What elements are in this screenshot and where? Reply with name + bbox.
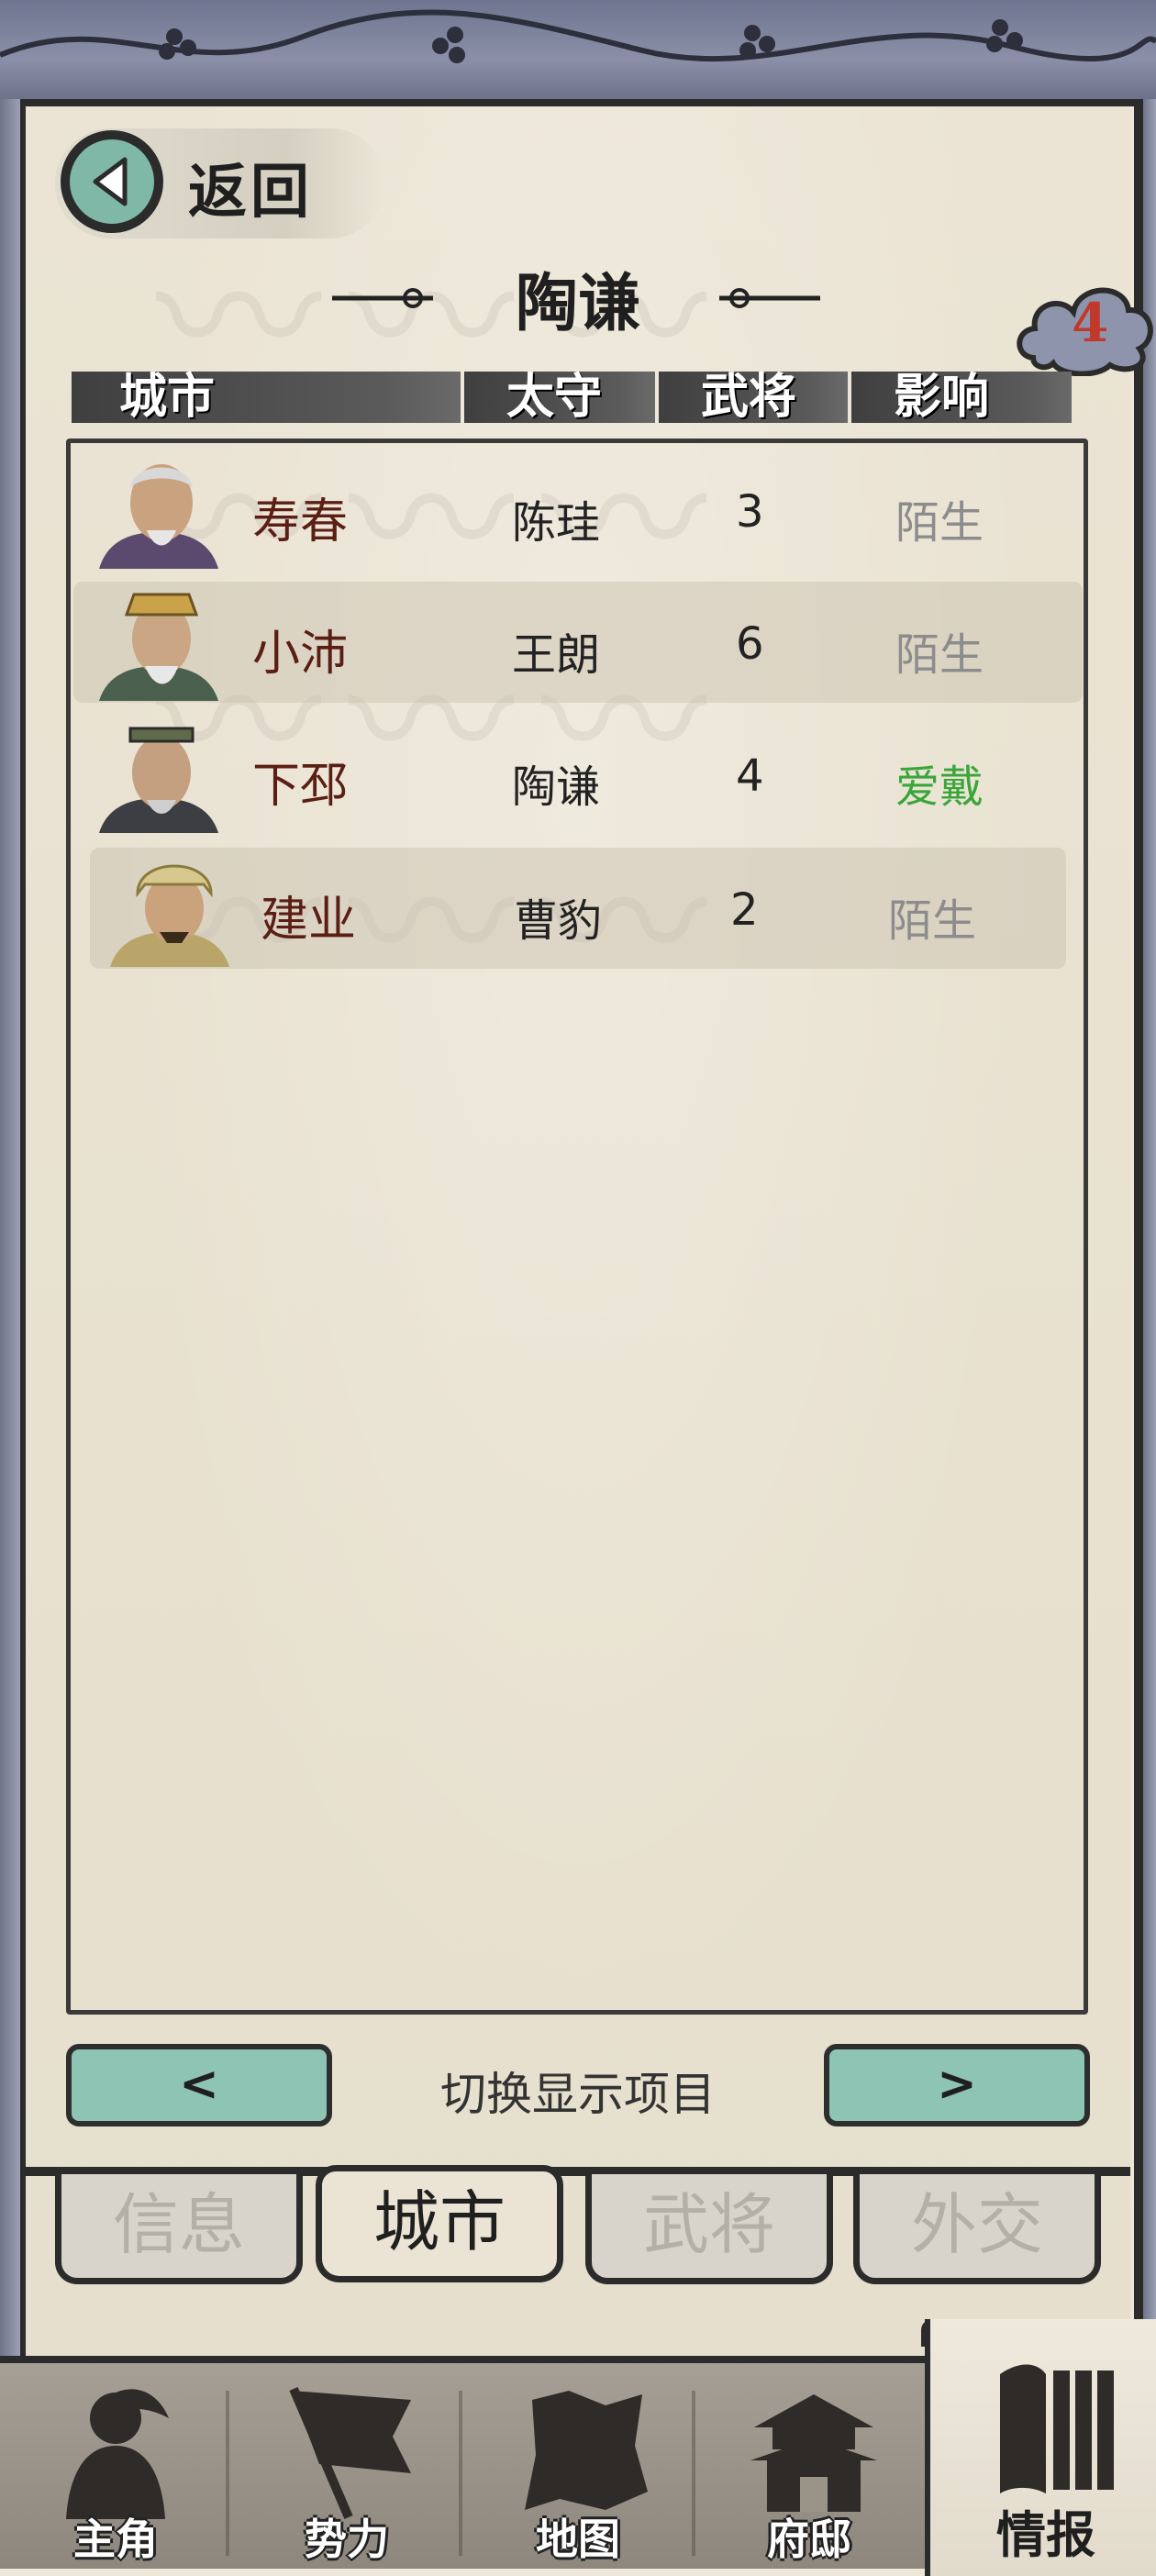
tab-diplomacy[interactable]: 外交 — [853, 2174, 1101, 2284]
unread-count-badge[interactable]: 4 — [1072, 292, 1108, 354]
column-header-generals: 武将 — [659, 372, 848, 423]
nav-label: 府邸 — [767, 2515, 851, 2564]
column-header-city: 城市 — [72, 372, 461, 423]
mansion-icon — [750, 2394, 877, 2512]
table-row[interactable]: 建业 曹豹 2 陌生 — [90, 848, 1066, 969]
governor-portrait — [110, 864, 229, 967]
influence-status: 陌生 — [895, 629, 984, 681]
city-name: 小沛 — [252, 627, 349, 682]
tab-cities[interactable]: 城市 — [316, 2165, 563, 2282]
next-button[interactable]: > — [824, 2044, 1090, 2126]
tab-info[interactable]: 信息 — [55, 2174, 303, 2284]
nav-protagonist[interactable]: 主角 — [0, 2363, 231, 2576]
generals-count: 3 — [736, 486, 764, 538]
table-row[interactable]: 下邳 陶谦 4 爱戴 — [73, 714, 1083, 835]
scroll-icon — [1000, 2364, 1114, 2493]
table-row[interactable]: 小沛 王朗 6 陌生 — [73, 582, 1083, 703]
column-header-influence: 影响 — [851, 372, 1072, 423]
nav-map[interactable]: 地图 — [462, 2363, 694, 2576]
city-name: 寿春 — [252, 494, 349, 550]
city-name: 下邳 — [252, 759, 349, 814]
left-border — [0, 99, 26, 2356]
warrior-icon — [66, 2389, 169, 2519]
governor-name: 王朗 — [512, 629, 601, 681]
generals-count: 6 — [736, 618, 764, 670]
influence-status: 陌生 — [895, 497, 984, 549]
generals-count: 4 — [736, 750, 764, 802]
influence-status: 爱戴 — [895, 761, 984, 813]
governor-portrait — [99, 593, 218, 701]
map-icon — [525, 2391, 648, 2510]
governor-name: 陈珪 — [512, 497, 601, 549]
nav-intelligence[interactable]: 情报 — [925, 2319, 1156, 2576]
tab-generals[interactable]: 武将 — [585, 2174, 833, 2284]
governor-portrait — [99, 727, 218, 833]
back-arrow-icon[interactable] — [61, 130, 163, 233]
top-decorative-border — [0, 0, 1156, 106]
governor-name: 陶谦 — [512, 761, 601, 813]
nav-label: 地图 — [536, 2515, 620, 2564]
generals-count: 2 — [730, 884, 759, 936]
influence-status: 陌生 — [888, 895, 977, 947]
vine-pattern-icon — [0, 9, 1156, 63]
nav-label: 情报 — [996, 2505, 1095, 2564]
right-ornament-icon — [719, 288, 820, 308]
governor-name: 曹豹 — [514, 895, 603, 947]
bottom-navigation: 主角 势力 地图 府邸 情报 — [0, 2319, 1156, 2576]
governor-portrait — [99, 464, 218, 569]
nav-label: 势力 — [305, 2515, 389, 2564]
nav-divider — [226, 2391, 229, 2556]
city-name: 建业 — [261, 893, 357, 948]
faction-title: 陶谦 — [515, 267, 640, 340]
back-label[interactable]: 返回 — [188, 145, 313, 229]
column-header-governor: 太守 — [464, 372, 655, 423]
nav-faction[interactable]: 势力 — [231, 2363, 462, 2576]
right-border — [1134, 99, 1156, 2356]
nav-mansion[interactable]: 府邸 — [694, 2363, 925, 2576]
flag-icon — [289, 2387, 411, 2519]
nav-label: 主角 — [73, 2515, 158, 2564]
table-row[interactable]: 寿春 陈珪 3 陌生 — [73, 450, 1083, 571]
